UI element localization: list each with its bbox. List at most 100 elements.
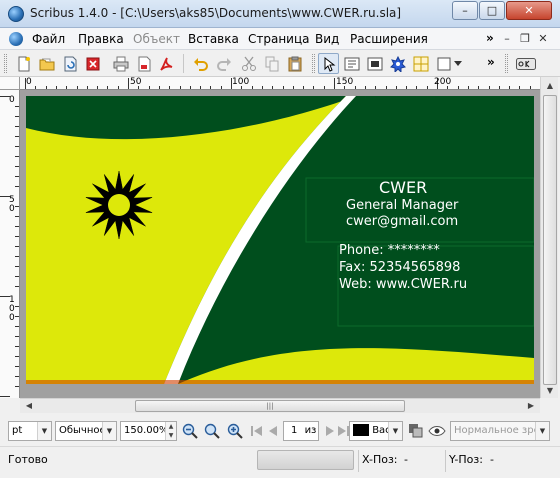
toolbar-grip[interactable] xyxy=(312,54,315,73)
shape-dropdown-icon[interactable] xyxy=(452,53,464,74)
ruler-tick xyxy=(15,116,19,117)
unit-select[interactable]: pt ▼ xyxy=(8,421,52,441)
progress-bar xyxy=(257,450,354,470)
select-tool-icon[interactable] xyxy=(318,53,339,74)
card-phone-text[interactable]: Phone: ******** xyxy=(339,243,440,258)
close-document-icon[interactable] xyxy=(82,53,103,74)
ruler-corner[interactable] xyxy=(0,77,20,90)
export-pdf-icon[interactable] xyxy=(156,53,177,74)
document-icon[interactable] xyxy=(9,32,23,46)
scroll-down-icon[interactable]: ▼ xyxy=(543,384,557,398)
doc-minimize-button[interactable]: – xyxy=(500,33,514,46)
maximize-button[interactable]: □ xyxy=(479,1,505,20)
text-frame-icon[interactable] xyxy=(341,53,362,74)
page-of-label: из xyxy=(304,425,317,436)
vertical-scroll-thumb[interactable] xyxy=(543,95,557,385)
card-email-text[interactable]: cwer@gmail.com xyxy=(346,214,458,229)
shape-icon[interactable] xyxy=(433,53,454,74)
redo-icon[interactable] xyxy=(213,53,234,74)
vision-mode-select[interactable]: Нормальное зрение ▼ xyxy=(450,421,550,441)
paste-icon[interactable] xyxy=(284,53,305,74)
y-position-value: - xyxy=(490,453,494,466)
toolbar-overflow-chevron[interactable]: » xyxy=(487,55,495,69)
zoom-input[interactable]: 150.00% ▲ ▼ xyxy=(120,421,177,441)
page-bottom-edge xyxy=(26,380,534,384)
ruler-tick xyxy=(15,276,19,277)
ruler-label: 200 xyxy=(434,77,452,87)
menu-overflow-chevron[interactable]: » xyxy=(486,31,494,45)
recent-icon[interactable] xyxy=(59,53,80,74)
new-document-icon[interactable] xyxy=(13,53,34,74)
ruler-tick xyxy=(15,356,19,357)
zoom-out-icon[interactable] xyxy=(181,422,199,440)
scroll-left-icon[interactable]: ◀ xyxy=(22,400,36,412)
y-position-label: Y-Поз: xyxy=(449,453,483,466)
ruler-tick xyxy=(15,236,19,237)
ruler-tick xyxy=(15,156,19,157)
preflight-icon[interactable] xyxy=(133,53,154,74)
ok-icon[interactable] xyxy=(514,53,538,74)
menu-object[interactable]: Объект xyxy=(133,32,180,46)
ruler-tick xyxy=(15,376,19,377)
card-role-text[interactable]: General Manager xyxy=(346,198,458,213)
toolbar-grip[interactable] xyxy=(505,54,508,73)
menu-file[interactable]: Файл xyxy=(32,32,65,46)
image-quality-select[interactable]: Обычное ▼ xyxy=(55,421,117,441)
menu-page[interactable]: Страница xyxy=(248,32,310,46)
scroll-up-icon[interactable]: ▲ xyxy=(543,79,557,93)
scribus-app-icon[interactable] xyxy=(8,6,24,22)
layer-select[interactable]: Вас ▼ xyxy=(349,421,403,441)
render-frame-icon[interactable] xyxy=(387,53,408,74)
close-button[interactable]: ✕ xyxy=(506,1,552,20)
scroll-right-icon[interactable]: ▶ xyxy=(524,400,538,412)
vertical-ruler[interactable]: 0 50 100 xyxy=(0,90,20,398)
document-canvas[interactable]: CWER General Manager cwer@gmail.com Phon… xyxy=(20,90,540,398)
ruler-label: 0 xyxy=(26,77,32,87)
card-fax-text[interactable]: Fax: 52354565898 xyxy=(339,260,460,275)
doc-close-button[interactable]: ✕ xyxy=(536,33,550,46)
undo-icon[interactable] xyxy=(190,53,211,74)
copy-icon[interactable] xyxy=(261,53,282,74)
ruler-tick xyxy=(15,386,19,387)
page-number-input[interactable]: 1 из xyxy=(283,421,319,441)
ruler-tick xyxy=(15,126,19,127)
card-name-text[interactable]: CWER xyxy=(379,178,427,197)
business-card-page[interactable] xyxy=(26,96,534,384)
menu-insert[interactable]: Вставка xyxy=(188,32,239,46)
horizontal-ruler[interactable]: 0 50 100 150 200 xyxy=(20,77,540,90)
x-position-label: X-Поз: xyxy=(362,453,398,466)
preview-eye-icon[interactable] xyxy=(428,422,446,440)
minimize-button[interactable]: – xyxy=(452,1,478,20)
chevron-down-icon[interactable]: ▼ xyxy=(37,422,51,440)
vertical-scrollbar[interactable]: ▲ ▼ xyxy=(540,77,558,398)
zoom-100-icon[interactable] xyxy=(203,422,221,440)
menu-extensions[interactable]: Расширения xyxy=(350,32,428,46)
table-icon[interactable] xyxy=(410,53,431,74)
ruler-label: 100 xyxy=(9,295,15,323)
ruler-tick xyxy=(15,216,19,217)
chevron-down-icon[interactable]: ▼ xyxy=(102,422,116,440)
status-divider xyxy=(358,450,359,472)
chevron-down-icon[interactable]: ▼ xyxy=(535,422,549,440)
cut-icon[interactable] xyxy=(238,53,259,74)
menu-view[interactable]: Вид xyxy=(315,32,339,46)
zoom-spinner-icon[interactable]: ▲ ▼ xyxy=(165,422,176,440)
open-icon[interactable] xyxy=(36,53,57,74)
zoom-value: 150.00% xyxy=(124,425,169,436)
zoom-in-icon[interactable] xyxy=(226,422,244,440)
horizontal-scroll-thumb[interactable]: ||| xyxy=(135,400,405,412)
toggle-colors-icon[interactable] xyxy=(407,422,425,440)
menu-edit[interactable]: Правка xyxy=(78,32,124,46)
chevron-down-icon[interactable]: ▼ xyxy=(388,422,402,440)
toolbar-grip[interactable] xyxy=(4,54,7,73)
doc-restore-button[interactable]: ❐ xyxy=(518,33,532,46)
ruler-label: 0 xyxy=(9,95,15,105)
ruler-tick xyxy=(15,366,19,367)
card-web-text[interactable]: Web: www.CWER.ru xyxy=(339,277,467,292)
title-bar: Scribus 1.4.0 - [C:\Users\aks85\Document… xyxy=(0,0,560,28)
image-frame-icon[interactable] xyxy=(364,53,385,74)
horizontal-scrollbar[interactable]: ◀ ||| ▶ xyxy=(20,398,540,413)
previous-page-icon[interactable] xyxy=(264,422,282,440)
print-icon[interactable] xyxy=(110,53,131,74)
status-divider xyxy=(445,450,446,472)
